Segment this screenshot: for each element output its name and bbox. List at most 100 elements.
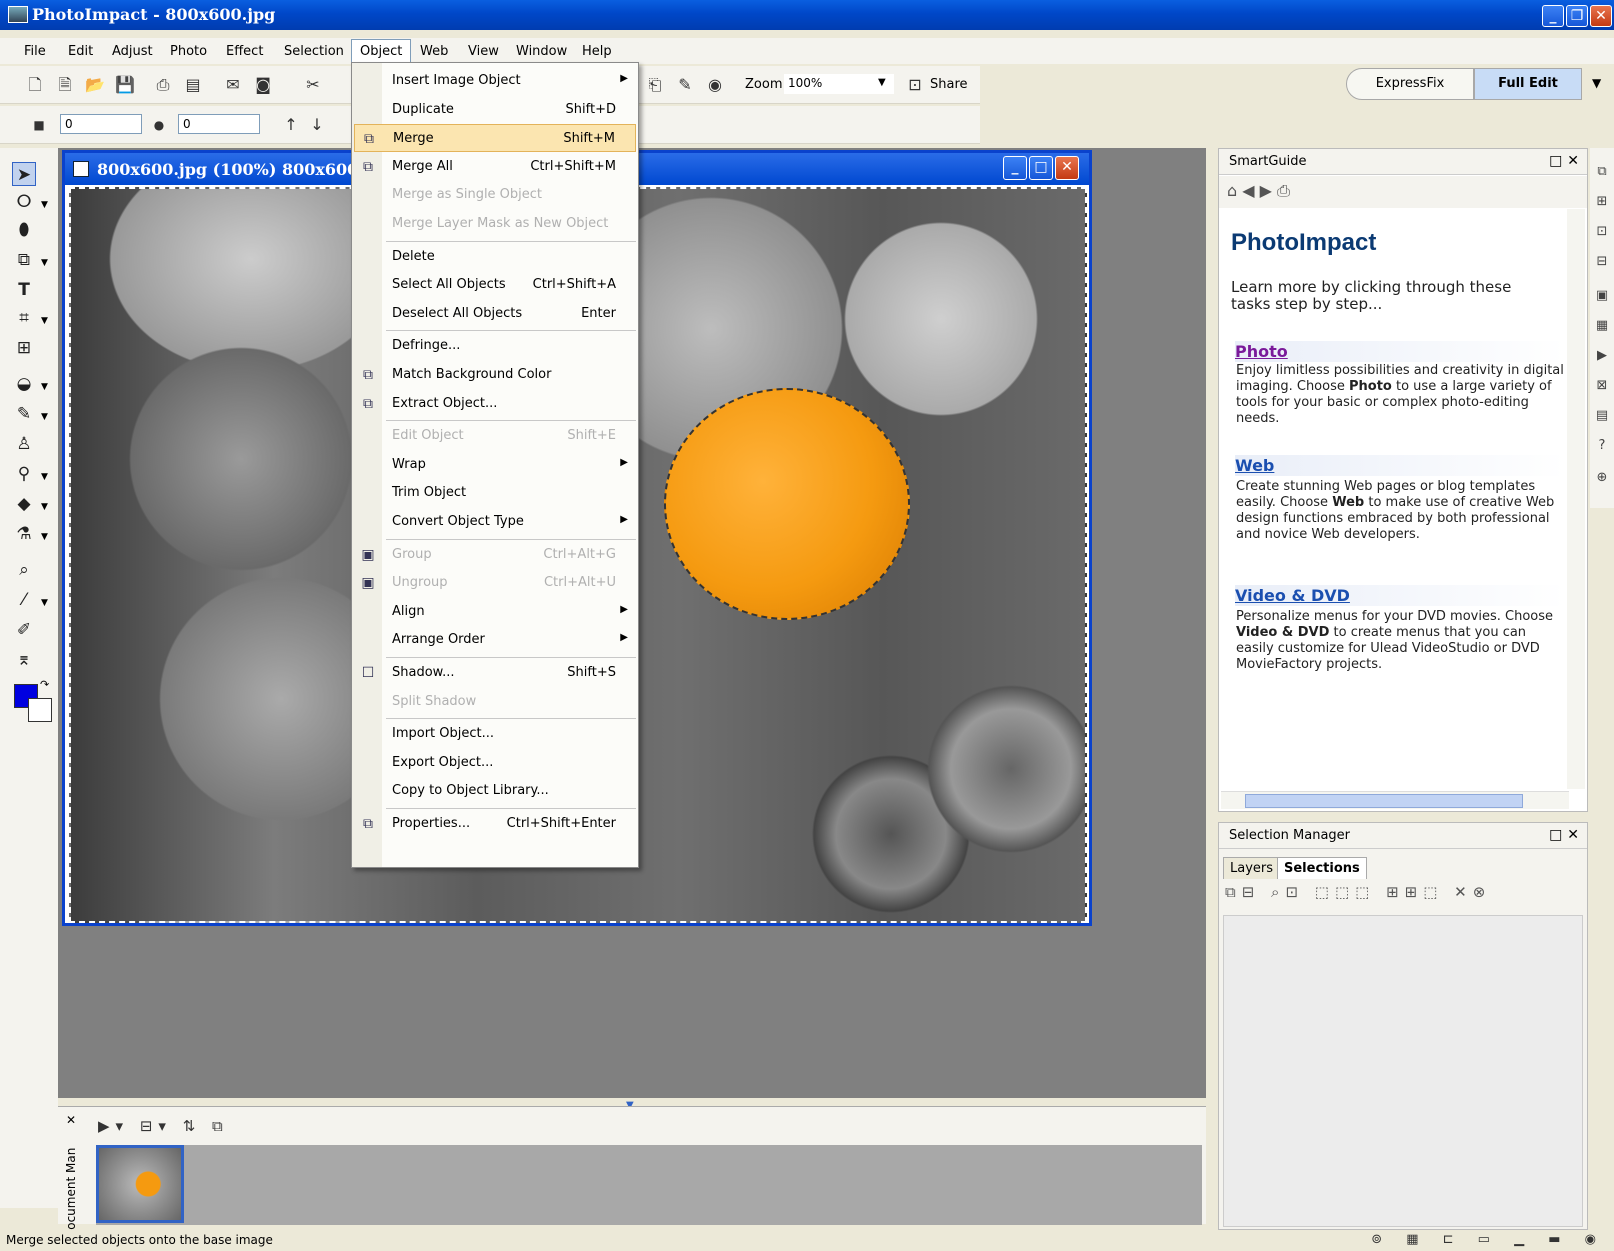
- panel-icon-10[interactable]: ⊕: [1593, 470, 1611, 488]
- new-icon[interactable]: 🗋: [24, 74, 46, 96]
- hscroll-thumb[interactable]: [1245, 794, 1523, 808]
- menu-item-select-all-objects[interactable]: Select All Objects Ctrl+Shift+A: [354, 271, 636, 299]
- share-button[interactable]: Share: [930, 77, 968, 92]
- menu-item-deselect-all-objects[interactable]: Deselect All Objects Enter: [354, 300, 636, 328]
- zoom-tool-icon[interactable]: ⌕: [12, 558, 36, 582]
- menu-item-extract-object[interactable]: ⧉ Extract Object...: [354, 390, 636, 418]
- panel-close-icon[interactable]: □ ✕: [1549, 153, 1579, 169]
- retouch-dropdown-icon[interactable]: ▼: [41, 472, 48, 482]
- print-icon[interactable]: ⎙: [152, 74, 174, 96]
- swap-colors-icon[interactable]: ↷: [40, 678, 49, 691]
- docmgr-close-icon[interactable]: ✕: [66, 1113, 76, 1127]
- brush-tool-icon[interactable]: ✎: [12, 402, 36, 426]
- scan-icon[interactable]: ⎗: [644, 74, 666, 96]
- panel-icon-3[interactable]: ⊡: [1593, 224, 1611, 242]
- web-link[interactable]: Web: [1235, 455, 1565, 476]
- tab-selections[interactable]: Selections: [1277, 857, 1367, 879]
- view-icon[interactable]: ◉: [704, 74, 726, 96]
- magic-icon[interactable]: ✎: [674, 74, 696, 96]
- menu-photo[interactable]: Photo: [166, 42, 211, 61]
- print-preview-icon[interactable]: ▤: [182, 74, 204, 96]
- menu-item-align[interactable]: Align ▶: [354, 598, 636, 626]
- smartguide-vscrollbar[interactable]: [1567, 209, 1585, 789]
- panel-icon-9[interactable]: ▤: [1593, 408, 1611, 426]
- menu-item-merge-all[interactable]: ⧉ Merge All Ctrl+Shift+M: [354, 153, 636, 181]
- menu-item-export-object[interactable]: Export Object...: [354, 749, 636, 777]
- docmgr-controls[interactable]: ▶▾ ⊟▾ ⇅ ⧉: [98, 1117, 229, 1135]
- menu-item-import-object[interactable]: Import Object...: [354, 720, 636, 748]
- panel-icon-1[interactable]: ⧉: [1593, 164, 1611, 182]
- transform-tool-icon[interactable]: ⧉: [12, 248, 36, 272]
- help-panel-icon[interactable]: ?: [1593, 438, 1611, 456]
- menu-effect[interactable]: Effect: [222, 42, 267, 61]
- menu-item-copy-to-object-library[interactable]: Copy to Object Library...: [354, 777, 636, 805]
- panel-icon-7[interactable]: ▶: [1593, 348, 1611, 366]
- menu-item-properties[interactable]: ⧉ Properties... Ctrl+Shift+Enter: [354, 810, 636, 838]
- menu-file[interactable]: File: [20, 42, 50, 61]
- home-icon[interactable]: ⌂: [1227, 181, 1237, 200]
- back-icon[interactable]: ◀: [1242, 181, 1254, 200]
- menu-adjust[interactable]: Adjust: [108, 42, 157, 61]
- menu-item-convert-object-type[interactable]: Convert Object Type ▶: [354, 508, 636, 536]
- pick-tool-icon[interactable]: ➤: [12, 162, 36, 186]
- up-arrow-icon[interactable]: ↑: [280, 114, 302, 136]
- share-icon[interactable]: ⊡: [904, 74, 926, 96]
- doc-maximize-button[interactable]: □: [1029, 156, 1053, 180]
- menu-item-match-background-color[interactable]: ⧉ Match Background Color: [354, 361, 636, 389]
- spin-input-2[interactable]: 0: [178, 114, 260, 134]
- fill-tool-icon[interactable]: ⚗: [12, 522, 36, 546]
- print-icon[interactable]: ⎙: [1277, 181, 1290, 200]
- minimize-button[interactable]: _: [1542, 5, 1564, 27]
- menu-edit[interactable]: Edit: [64, 42, 97, 61]
- status-icons[interactable]: ⊚ ▦ ⊏ ▭ ▁ ▬ ◉: [1371, 1232, 1606, 1247]
- square-brush-icon[interactable]: ■: [28, 114, 50, 136]
- smartguide-hscrollbar[interactable]: [1221, 791, 1569, 809]
- orange-object-selection[interactable]: [664, 388, 910, 620]
- document-thumbnail[interactable]: [96, 1145, 184, 1223]
- menu-view[interactable]: View: [464, 42, 503, 61]
- menu-item-duplicate[interactable]: Duplicate Shift+D: [354, 96, 636, 124]
- stamp-tool-icon[interactable]: ♙: [12, 432, 36, 456]
- crop-dropdown-icon[interactable]: ▼: [41, 316, 48, 326]
- fulledit-button[interactable]: Full Edit: [1474, 68, 1582, 100]
- menu-item-shadow[interactable]: ☐ Shadow... Shift+S: [354, 659, 636, 687]
- menu-item-merge[interactable]: ⧉ Merge Shift+M: [354, 124, 636, 153]
- tab-layers[interactable]: Layers: [1223, 857, 1281, 879]
- selmgr-close-icon[interactable]: □ ✕: [1549, 827, 1579, 843]
- fill-dropdown-icon[interactable]: ▼: [41, 532, 48, 542]
- panel-icon-2[interactable]: ⊞: [1593, 194, 1611, 212]
- transform-dropdown-icon[interactable]: ▼: [41, 258, 48, 268]
- panel-icon-5[interactable]: ▣: [1593, 288, 1611, 306]
- eraser-tool-icon[interactable]: ⬮: [12, 218, 36, 242]
- pen-tool-icon[interactable]: ✐: [12, 618, 36, 642]
- retouch-tool-icon[interactable]: ⚲: [12, 462, 36, 486]
- menu-item-arrange-order[interactable]: Arrange Order ▶: [354, 626, 636, 654]
- capture-icon[interactable]: ◙: [252, 74, 274, 96]
- menu-item-wrap[interactable]: Wrap ▶: [354, 451, 636, 479]
- doc-close-button[interactable]: ✕: [1055, 156, 1079, 180]
- brush-dropdown-icon[interactable]: ▼: [41, 412, 48, 422]
- menu-window[interactable]: Window: [512, 42, 571, 61]
- panel-icon-8[interactable]: ⊠: [1593, 378, 1611, 396]
- eye-tool-icon[interactable]: ◒: [12, 372, 36, 396]
- frame-tool-icon[interactable]: ⊞: [12, 336, 36, 360]
- zoom-dropdown-icon[interactable]: ▼: [878, 77, 886, 88]
- eraser2-tool-icon[interactable]: ◆: [12, 492, 36, 516]
- email-icon[interactable]: ✉: [222, 74, 244, 96]
- menu-web[interactable]: Web: [416, 42, 452, 61]
- save-icon[interactable]: 💾: [114, 74, 136, 96]
- open-icon[interactable]: 📂: [84, 74, 106, 96]
- new-from-icon[interactable]: 🗎: [54, 74, 76, 96]
- selection-tools-row[interactable]: ⧉⊟ ⌕⊡ ⬚⬚⬚ ⊞⊞⬚ ✕⊗: [1225, 883, 1491, 901]
- forward-icon[interactable]: ▶: [1260, 181, 1272, 200]
- mode-dropdown-icon[interactable]: ▼: [1592, 76, 1601, 90]
- spin-input-1[interactable]: 0: [60, 114, 142, 134]
- selection-list[interactable]: [1223, 915, 1583, 1227]
- menu-item-defringe[interactable]: Defringe...: [354, 332, 636, 360]
- doc-minimize-button[interactable]: _: [1003, 156, 1027, 180]
- text-tool-icon[interactable]: T: [12, 278, 36, 302]
- lasso-tool-icon[interactable]: ⵔ: [12, 190, 36, 214]
- crop-tool-icon[interactable]: ⌗: [12, 306, 36, 330]
- round-brush-icon[interactable]: ●: [148, 114, 170, 136]
- background-color-swatch[interactable]: [28, 698, 52, 722]
